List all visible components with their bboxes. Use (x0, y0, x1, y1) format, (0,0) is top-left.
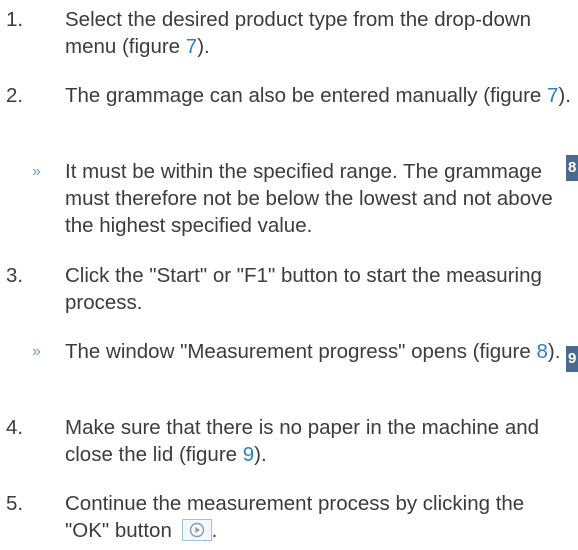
result-marker: » (32, 343, 41, 360)
step-number: 5. (6, 492, 24, 515)
step-number: 4. (6, 416, 24, 439)
result-text: The window "Measurement progress" opens … (65, 340, 561, 363)
step-number: 1. (6, 8, 24, 31)
figure-reference[interactable]: 7 (186, 35, 197, 58)
figure-side-tab: 9 (566, 346, 578, 372)
figure-reference[interactable]: 7 (547, 84, 558, 107)
play-circle-icon (189, 522, 204, 538)
step-text: Click the "Start" or "F1" button to star… (65, 264, 542, 314)
figure-side-tab: 8 (566, 155, 578, 181)
step-text: Continue the measurement process by clic… (65, 492, 525, 542)
step-text: Make sure that there is no paper in the … (65, 416, 540, 466)
figure-reference[interactable]: 8 (536, 340, 547, 363)
ok-button-icon[interactable] (181, 519, 212, 541)
result-text: It must be within the specified range. T… (65, 160, 553, 237)
step-number: 2. (6, 84, 24, 107)
figure-reference[interactable]: 9 (243, 443, 254, 466)
result-marker: » (32, 163, 41, 180)
step-text: The grammage can also be entered manuall… (65, 84, 571, 107)
step-text: Select the desired product type from the… (65, 8, 532, 58)
step-number: 3. (6, 264, 24, 287)
